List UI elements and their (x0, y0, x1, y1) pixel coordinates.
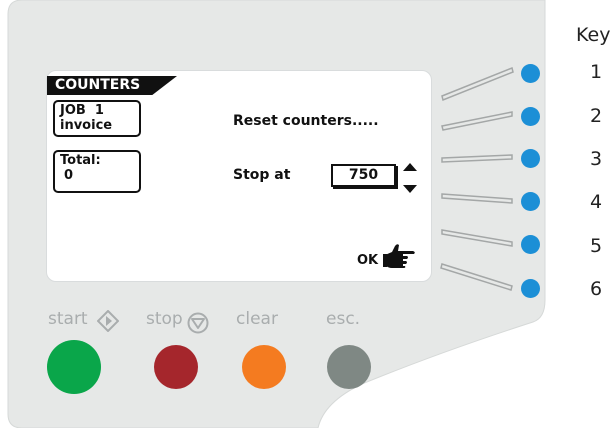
clear-label: clear (236, 309, 278, 329)
clear-button[interactable] (242, 345, 286, 389)
control-panel: COUNTERS JOB 1 invoice Total: 0 Reset co… (0, 0, 616, 428)
softkey-2[interactable] (521, 107, 540, 126)
start-label: start (48, 309, 88, 329)
softkey-3[interactable] (521, 149, 540, 168)
reset-counters-option[interactable]: Reset counters..... (233, 113, 379, 129)
softkey-4[interactable] (521, 192, 540, 211)
softkey-1[interactable] (521, 64, 540, 83)
key-title: Key (576, 24, 611, 46)
key-number-5: 5 (589, 235, 603, 257)
start-button[interactable] (47, 340, 101, 394)
lcd-screen: COUNTERS JOB 1 invoice Total: 0 Reset co… (46, 70, 432, 282)
key-number-2: 2 (589, 105, 603, 127)
job-box: JOB 1 invoice (53, 100, 141, 137)
key-number-1: 1 (589, 61, 603, 83)
stop-at-label: Stop at (233, 167, 291, 183)
start-diamond-icon (97, 310, 119, 332)
key-number-6: 6 (589, 278, 603, 300)
esc-button[interactable] (327, 345, 371, 389)
esc-label: esc. (326, 309, 361, 329)
key-number-3: 3 (589, 148, 603, 170)
stop-label: stop (146, 309, 183, 329)
total-label: Total: (60, 153, 101, 168)
pointing-hand-icon (383, 244, 415, 268)
job-name: invoice (60, 118, 113, 133)
ok-label[interactable]: OK (357, 253, 378, 268)
softkey-5[interactable] (521, 235, 540, 254)
stop-triangle-icon (187, 312, 209, 334)
stop-button[interactable] (154, 345, 198, 389)
total-box: Total: 0 (53, 150, 141, 193)
job-number: JOB 1 (60, 103, 104, 118)
screen-title: COUNTERS (47, 76, 177, 95)
softkey-6[interactable] (521, 279, 540, 298)
up-down-arrows-icon[interactable] (403, 163, 417, 193)
total-value: 0 (64, 168, 74, 183)
stop-at-field[interactable]: 750 (331, 164, 396, 187)
key-number-4: 4 (589, 191, 603, 213)
